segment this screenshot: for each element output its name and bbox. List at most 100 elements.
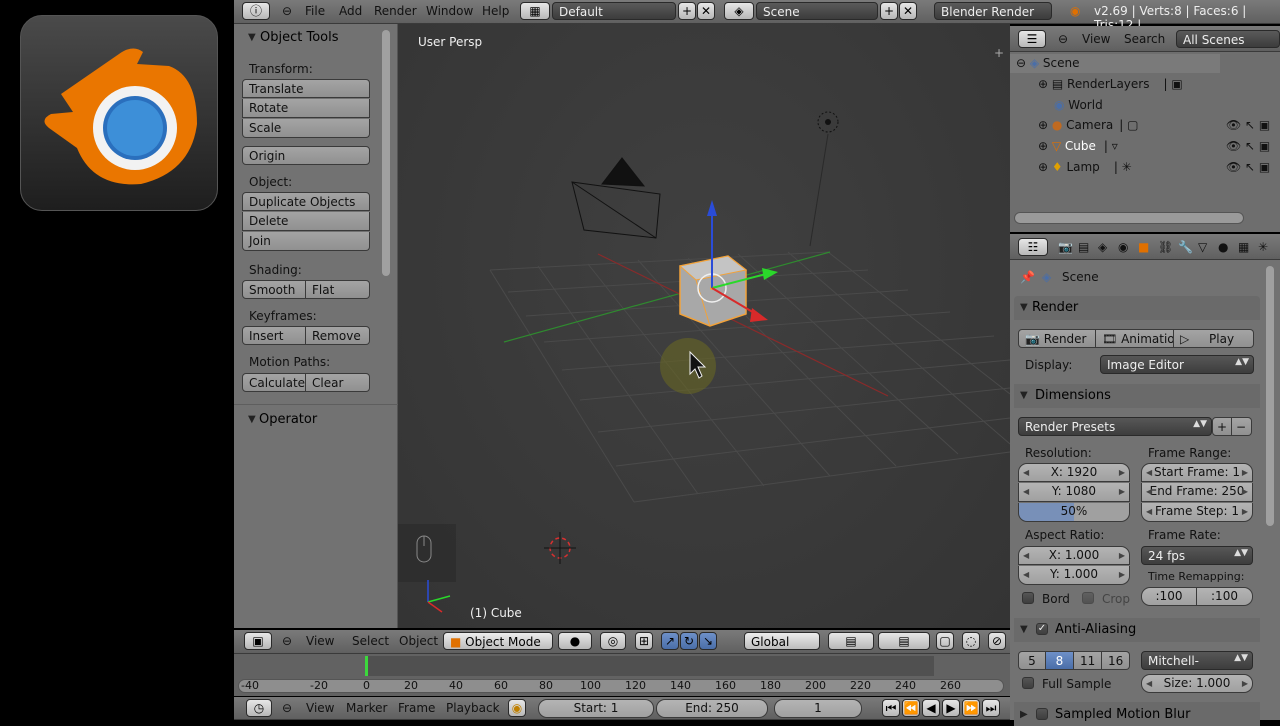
expand-icon[interactable]: ⊖ — [1016, 56, 1030, 70]
jump-end-icon[interactable]: ⏭ — [982, 699, 1000, 717]
screen-layout-dropdown[interactable]: Default — [552, 2, 676, 20]
remove-scene-icon[interactable]: ✕ — [899, 2, 917, 20]
motion-blur-checkbox[interactable] — [1036, 708, 1048, 720]
decrement-icon[interactable]: ◀ — [1023, 464, 1029, 481]
add-layout-icon[interactable]: + — [678, 2, 696, 20]
full-sample-checkbox[interactable] — [1022, 677, 1034, 689]
camera-data-icon[interactable]: | ▢ — [1119, 118, 1138, 132]
decrement-icon[interactable]: ◀ — [1023, 483, 1029, 500]
outliner-row-cube[interactable]: ⊕ ▽ Cube | ▿ — [1038, 139, 1118, 153]
outliner-menu-view[interactable]: View — [1082, 32, 1110, 46]
increment-icon[interactable]: ▶ — [1119, 464, 1125, 481]
resolution-percent-field[interactable]: 50% — [1018, 503, 1130, 522]
join-button[interactable]: Join — [242, 232, 370, 251]
translate-button[interactable]: Translate — [242, 79, 370, 98]
start-frame-field[interactable]: ◀ Start Frame: 1 ▶ — [1141, 463, 1253, 482]
display-dropdown[interactable]: Image Editor ▲▼ — [1100, 355, 1254, 374]
start-frame-field[interactable]: Start: 1 — [538, 699, 654, 718]
outliner-scrollbar[interactable] — [1014, 212, 1244, 224]
decrement-icon[interactable]: ◀ — [1146, 675, 1152, 692]
aa-filter-dropdown[interactable]: Mitchell-Netravali ▲▼ — [1141, 651, 1253, 670]
jump-start-icon[interactable]: ⏮ — [882, 699, 900, 717]
viewport-menu-object[interactable]: Object — [399, 634, 438, 648]
mode-dropdown[interactable]: ■ Object Mode — [443, 632, 553, 650]
timeline-editor-icon[interactable]: ◷ — [246, 699, 272, 717]
tool-shelf-scrollbar[interactable] — [382, 30, 390, 276]
3d-cursor-icon[interactable] — [544, 532, 576, 564]
crop-checkbox[interactable] — [1082, 592, 1094, 604]
collapse-icon[interactable]: ⊖ — [282, 701, 292, 715]
frame-step-field[interactable]: ◀ Frame Step: 1 ▶ — [1141, 503, 1253, 522]
snap-icon[interactable]: ⊘ — [988, 632, 1006, 650]
scale-manip-icon[interactable]: ↘ — [699, 632, 717, 650]
aa-triangle-icon[interactable]: ▼ — [1020, 624, 1028, 635]
layers-icon-b[interactable]: ▤ — [878, 632, 930, 650]
smooth-button[interactable]: Smooth — [242, 280, 306, 299]
motion-blur-triangle-icon[interactable]: ▶ — [1020, 709, 1028, 720]
texture-context-icon[interactable]: ▦ — [1238, 240, 1249, 254]
expand-icon[interactable]: ⊕ — [1038, 77, 1052, 91]
renderlayer-visibility-icon[interactable]: | ▣ — [1163, 77, 1182, 91]
menu-add[interactable]: Add — [339, 4, 362, 18]
insert-keyframe-button[interactable]: Insert — [242, 326, 306, 345]
outliner-row-renderlayers[interactable]: ⊕ ▤ RenderLayers | ▣ — [1038, 77, 1183, 91]
menu-window[interactable]: Window — [426, 4, 473, 18]
scene-dropdown[interactable]: Scene — [756, 2, 878, 20]
rotate-manip-icon[interactable]: ↻ — [680, 632, 698, 650]
frame-rate-dropdown[interactable]: 24 fps ▲▼ — [1141, 546, 1253, 565]
end-frame-field[interactable]: ◀ End Frame: 250 ▶ — [1141, 483, 1253, 502]
decrement-icon[interactable]: ◀ — [1023, 566, 1029, 583]
next-key-icon[interactable]: ⏩ — [962, 699, 980, 717]
scale-button[interactable]: Scale — [242, 119, 370, 138]
outliner-row-scene[interactable]: ⊖ ◈ Scene — [1016, 56, 1080, 70]
flat-button[interactable]: Flat — [306, 280, 370, 299]
particles-context-icon[interactable]: ✳ — [1258, 240, 1268, 254]
properties-scrollbar[interactable] — [1266, 266, 1274, 526]
viewport-menu-view[interactable]: View — [306, 634, 334, 648]
increment-icon[interactable]: ▶ — [1242, 464, 1248, 481]
timeline-menu-marker[interactable]: Marker — [346, 701, 387, 715]
pin-icon[interactable]: 📌 — [1020, 270, 1035, 284]
delete-button[interactable]: Delete — [242, 212, 370, 231]
record-icon[interactable]: ◉ — [508, 699, 526, 717]
decrement-icon[interactable]: ◀ — [1146, 464, 1152, 481]
timeline-menu-frame[interactable]: Frame — [398, 701, 435, 715]
timeline-region[interactable]: -40 -20 0 20 40 60 80 100 120 140 160 18… — [234, 654, 1010, 696]
menu-file[interactable]: File — [305, 4, 325, 18]
editor-type-icon[interactable]: ▣ — [244, 632, 272, 650]
lamp-data-icon[interactable]: | ✳ — [1114, 160, 1132, 174]
decrement-icon[interactable]: ◀ — [1023, 547, 1029, 564]
world-context-icon[interactable]: ◉ — [1118, 240, 1128, 254]
menu-help[interactable]: Help — [482, 4, 509, 18]
remap-old-field[interactable]: :100 — [1141, 587, 1197, 606]
current-frame-field[interactable]: 1 — [774, 699, 862, 718]
add-region-icon[interactable]: + — [994, 46, 1004, 60]
camera-visibility-icon[interactable]: 👁 ↖ ▣ — [1226, 118, 1270, 132]
dimensions-triangle-icon[interactable]: ▼ — [1020, 390, 1028, 401]
render-button[interactable]: 📷 Render — [1018, 329, 1096, 348]
increment-icon[interactable]: ▶ — [1242, 675, 1248, 692]
remap-new-field[interactable]: :100 — [1197, 587, 1253, 606]
lock-layers-icon[interactable]: ▢ — [936, 632, 954, 650]
remove-preset-button[interactable]: − — [1232, 417, 1252, 436]
outliner-row-lamp[interactable]: ⊕ ♦ Lamp | ✳ — [1038, 160, 1132, 174]
data-context-icon[interactable]: ▽ — [1198, 240, 1207, 254]
render-preview-icon[interactable]: ◌ — [962, 632, 980, 650]
layers-context-icon[interactable]: ▤ — [1078, 240, 1089, 254]
properties-editor-icon[interactable]: ☷ — [1018, 238, 1048, 256]
3d-viewport[interactable]: User Persp (1) Cube + — [398, 24, 1010, 628]
manipulator-toggle-icon[interactable]: ⊞ — [635, 632, 653, 650]
aa-sample-16[interactable]: 16 — [1102, 651, 1130, 670]
outliner-editor-icon[interactable]: ☰ — [1018, 30, 1046, 48]
mesh-data-icon[interactable]: | ▿ — [1104, 139, 1118, 153]
aspect-x-field[interactable]: ◀ X: 1.000 ▶ — [1018, 546, 1130, 565]
aa-sample-8[interactable]: 8 — [1046, 651, 1074, 670]
info-editor-icon[interactable]: ⓘ — [242, 2, 270, 20]
expand-icon[interactable]: ⊕ — [1038, 160, 1052, 174]
play-reverse-icon[interactable]: ◀ — [922, 699, 940, 717]
play-button[interactable]: ▷ Play — [1174, 329, 1254, 348]
remove-layout-icon[interactable]: ✕ — [697, 2, 715, 20]
object-context-icon[interactable]: ■ — [1138, 240, 1149, 254]
lamp-object[interactable] — [809, 111, 839, 247]
outliner-row-camera[interactable]: ⊕ ● Camera | ▢ — [1038, 118, 1138, 132]
